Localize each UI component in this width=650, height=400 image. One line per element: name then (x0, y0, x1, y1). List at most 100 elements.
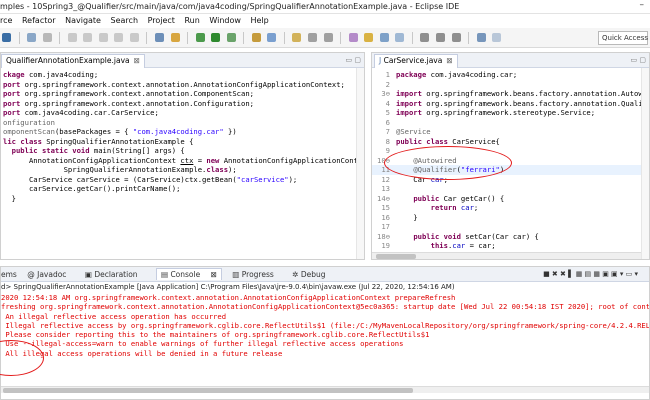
code-line[interactable]: omponentScan(basePackages = { "com.java4… (1, 127, 364, 137)
marker-icon[interactable] (348, 33, 358, 42)
code-line[interactable]: 7 @Service (372, 127, 649, 137)
forward-icon[interactable] (492, 33, 502, 42)
code-line[interactable]: carService.getCar().printCarName(); (1, 184, 364, 194)
open-task-icon[interactable] (267, 33, 277, 42)
console-output[interactable]: 2020 12:54:18 AM org.springframework.con… (1, 293, 649, 358)
code-line[interactable]: 17 (372, 222, 649, 232)
suspend-icon[interactable] (83, 33, 93, 42)
code-line[interactable]: lic class SpringQualifierAnnotationExamp… (1, 137, 364, 147)
left-code-area[interactable]: ckage com.java4coding; port org.springfra… (1, 70, 364, 203)
print-icon[interactable] (42, 33, 52, 42)
terminate-icon[interactable] (98, 33, 108, 42)
quick-access-input[interactable]: Quick Access (598, 31, 648, 45)
right-horizontal-scrollbar[interactable] (372, 252, 641, 259)
step-over-icon[interactable] (129, 33, 139, 42)
step-into-icon[interactable] (114, 33, 124, 42)
tab-spring-qualifier-example[interactable]: QualifierAnnotationExample.java ⊠ (1, 54, 145, 68)
toolbar-separator (146, 32, 148, 44)
maximize-icon[interactable]: ▭ ▢ (631, 56, 646, 64)
menu-run[interactable]: Run (184, 14, 199, 28)
code-line[interactable]: 2 (372, 80, 649, 90)
tab-javadoc[interactable]: @ Javadoc (27, 270, 74, 279)
close-tab-icon[interactable]: ⊠ (134, 56, 140, 65)
code-line[interactable]: port org.springframework.context.annotat… (1, 89, 364, 99)
new-class-icon[interactable] (251, 33, 261, 42)
menu-window[interactable]: Window (209, 14, 241, 28)
tab-console[interactable]: ▤ Console ⊠ (155, 268, 222, 280)
line-number: 15 (381, 203, 390, 212)
menu-project[interactable]: Project (148, 14, 175, 28)
tab-progress[interactable]: ▥ Progress (232, 270, 282, 279)
close-tab-icon[interactable]: ⊠ (446, 56, 452, 65)
tab-carservice[interactable]: J CarService.java ⊠ (374, 54, 458, 68)
code-line[interactable]: 15 return car; (372, 203, 649, 213)
menu-navigate[interactable]: Navigate (65, 14, 101, 28)
console-pane: ems @ Javadoc ▣ Declaration ▤ Console ⊠ … (0, 266, 650, 400)
scroll-thumb[interactable] (3, 388, 413, 393)
menu-help[interactable]: Help (250, 14, 268, 28)
code-text: omponentScan(basePackages = { "com.java4… (3, 127, 237, 136)
right-vertical-scrollbar[interactable] (641, 68, 649, 259)
search-icon[interactable] (308, 33, 318, 42)
line-number: 19 (381, 241, 390, 250)
scroll-thumb[interactable] (376, 254, 416, 259)
tab-declaration[interactable]: ▣ Declaration (85, 270, 146, 279)
console-line: Illegal reflective access by org.springf… (5, 320, 649, 330)
menu-search[interactable]: Search (111, 14, 138, 28)
code-line[interactable]: CarService carService = (CarService)ctx.… (1, 175, 364, 185)
highlight-icon[interactable] (364, 33, 374, 42)
code-line[interactable]: } (1, 194, 364, 204)
coverage-icon[interactable] (226, 33, 236, 42)
code-line[interactable]: 13 (372, 184, 649, 194)
code-line[interactable]: ckage com.java4coding; (1, 70, 364, 80)
open-folder-icon[interactable] (292, 33, 302, 42)
console-toolbar-icons[interactable]: ■ ✖ ✖ ▌ ▦ ▤ ▦ ▣ ▣ ▾ ▭ ▾ (543, 267, 638, 281)
annotation-icon[interactable] (323, 33, 333, 42)
code-line[interactable]: 14⊖ public Car getCar() { (372, 194, 649, 204)
settings-icon[interactable] (2, 33, 11, 42)
code-line[interactable]: SpringQualifierAnnotationExample.class); (1, 165, 364, 175)
tab-debug[interactable]: ✲ Debug (292, 270, 333, 279)
code-line[interactable]: port org.springframework.context.annotat… (1, 80, 364, 90)
next-annotation-icon[interactable] (435, 33, 445, 42)
resume-icon[interactable] (67, 33, 77, 42)
code-text: package com.java4coding.car; (396, 70, 518, 79)
minimize-button[interactable]: – (640, 0, 645, 10)
code-line[interactable]: port org.springframework.context.annotat… (1, 99, 364, 109)
tab-problems[interactable]: ems (1, 270, 17, 279)
code-line[interactable]: 19 this.car = car; (372, 241, 649, 251)
debug-icon[interactable] (195, 33, 205, 42)
code-line[interactable]: 8 public class CarService{ (372, 137, 649, 147)
pilcrow-icon[interactable] (420, 33, 430, 42)
code-line[interactable]: onfiguration (1, 118, 364, 128)
show-whitespace-icon[interactable] (395, 33, 405, 42)
code-line[interactable]: 3⊖ import org.springframework.beans.facto… (372, 89, 649, 99)
console-horizontal-scrollbar[interactable] (1, 386, 649, 393)
prev-annotation-icon[interactable] (451, 33, 461, 42)
code-line[interactable]: AnnotationConfigApplicationContext ctx =… (1, 156, 364, 166)
back-icon[interactable] (476, 33, 486, 42)
menu-refactor[interactable]: Refactor (22, 14, 56, 28)
menu-bar: rce Refactor Navigate Search Project Run… (0, 14, 650, 28)
java-file-icon: J (379, 56, 382, 65)
line-number: 3⊖ (381, 89, 390, 98)
code-line[interactable]: 18⊖ public void setCar(Car car) { (372, 232, 649, 242)
maximize-icon[interactable]: ▭ ▢ (346, 56, 361, 64)
code-line[interactable]: 4 import org.springframework.beans.factor… (372, 99, 649, 109)
left-vertical-scrollbar[interactable] (356, 68, 364, 259)
menu-source[interactable]: rce (0, 14, 12, 28)
code-line[interactable]: 16 } (372, 213, 649, 223)
toolbar-separator (243, 32, 245, 44)
new-java-icon[interactable] (170, 33, 180, 42)
code-line[interactable]: port com.java4coding.car.CarService; (1, 108, 364, 118)
save-icon[interactable] (27, 33, 37, 42)
code-line[interactable]: 6 (372, 118, 649, 128)
code-line[interactable]: 5 import org.springframework.stereotype.S… (372, 108, 649, 118)
open-type-icon[interactable] (155, 33, 165, 42)
run-icon[interactable] (211, 33, 221, 42)
code-line[interactable]: public static void main(String[] args) { (1, 146, 364, 156)
code-text: public Car getCar() { (413, 193, 505, 203)
tab-declaration-label: Declaration (94, 270, 138, 279)
toggle-icon[interactable] (379, 33, 389, 42)
code-line[interactable]: 1 package com.java4coding.car; (372, 70, 649, 80)
